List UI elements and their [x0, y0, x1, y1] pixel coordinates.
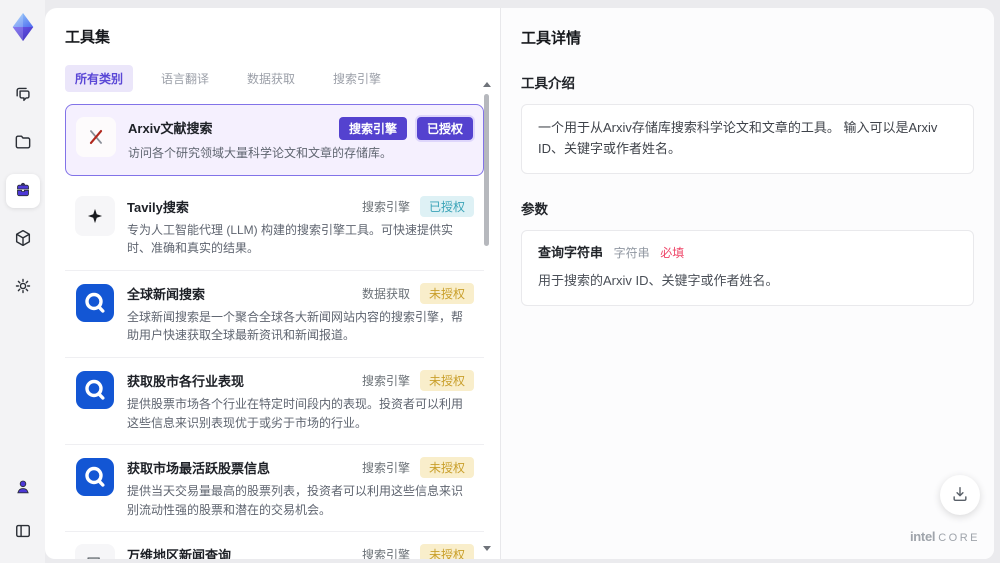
tool-name: 万维地区新闻查询 — [127, 548, 232, 559]
tool-card[interactable]: 万维地区新闻查询 搜索引擎 未授权 查询具体行政区划内的新闻，快速了解各地新闻动 — [65, 532, 484, 559]
rail-bottom — [6, 471, 40, 563]
auth-status-badge: 未授权 — [419, 282, 474, 304]
tools-panel: 工具集 所有类别 语言翻译 数据获取 搜索引擎 Arxiv文献搜索 搜索引擎 已… — [45, 8, 500, 559]
param-description: 用于搜索的Arxiv ID、关键字或作者姓名。 — [538, 272, 779, 288]
param-type: 字符串 — [613, 245, 650, 260]
nav-chat-button[interactable] — [6, 78, 40, 112]
tool-name: Tavily搜索 — [127, 199, 189, 215]
scrollbar — [482, 80, 492, 553]
scroll-down-arrow[interactable] — [483, 546, 491, 551]
folder-icon — [13, 132, 33, 155]
cube-icon — [13, 228, 33, 251]
auth-status-badge: 未授权 — [419, 544, 474, 559]
nav-packages-button[interactable] — [6, 222, 40, 256]
brand-word-intel: intel — [909, 529, 936, 544]
collapse-panel-icon — [13, 521, 33, 544]
download-icon — [950, 484, 970, 507]
category-label: 搜索引擎 — [361, 199, 410, 214]
tool-name: Arxiv文献搜索 — [128, 121, 213, 136]
auth-status-badge: 已授权 — [419, 195, 474, 217]
rail-nav — [5, 78, 40, 304]
intro-box: 一个用于从Arxiv存储库搜索科学论文和文章的工具。 输入可以是Arxiv ID… — [521, 104, 974, 174]
user-avatar-button[interactable] — [6, 471, 40, 505]
blue-search-app-icon — [75, 370, 115, 410]
tab-language-translation[interactable]: 语言翻译 — [151, 65, 219, 92]
tool-card[interactable]: Arxiv文献搜索 搜索引擎 已授权 访问各个研究领域大量科学论文和文章的存储库… — [65, 104, 484, 176]
param-name: 查询字符串 — [538, 244, 604, 260]
briefcase-icon — [13, 180, 33, 203]
auth-status-badge: 未授权 — [419, 369, 474, 391]
tool-body: 全球新闻搜索 数据获取 未授权 全球新闻搜索是一个聚合全球各大新闻网站内容的搜索… — [127, 282, 474, 345]
tool-card[interactable]: Tavily搜索 搜索引擎 已授权 专为人工智能代理 (LLM) 构建的搜索引擎… — [65, 183, 484, 271]
tab-search-engine[interactable]: 搜索引擎 — [323, 65, 391, 92]
intel-core-logo: intel CORE — [910, 528, 980, 546]
tab-all-categories[interactable]: 所有类别 — [65, 65, 134, 92]
gear-icon — [13, 276, 33, 299]
auth-status-badge: 已授权 — [416, 117, 473, 140]
tool-description: 专为人工智能代理 (LLM) 构建的搜索引擎工具。可快速提供实时、准确和真实的结… — [127, 222, 454, 256]
tool-card[interactable]: 获取股市各行业表现 搜索引擎 未授权 提供股票市场各个行业在特定时间段内的表现。… — [65, 357, 484, 446]
blue-search-app-icon — [75, 457, 115, 497]
category-label: 搜索引擎 — [361, 461, 410, 476]
tools-panel-title: 工具集 — [65, 29, 111, 46]
user-avatar-icon — [13, 477, 33, 500]
nav-folder-button[interactable] — [6, 126, 40, 160]
nav-tools-button[interactable] — [5, 174, 40, 208]
tab-data-fetch[interactable]: 数据获取 — [237, 65, 305, 92]
tool-name: 获取股市各行业表现 — [127, 373, 245, 389]
arxiv-logo-icon — [76, 117, 116, 157]
param-required-badge: 必填 — [660, 245, 685, 260]
tool-card[interactable]: 获取市场最活跃股票信息 搜索引擎 未授权 提供当天交易量最高的股票列表，投资者可… — [65, 445, 484, 533]
category-label: 搜索引擎 — [361, 373, 410, 388]
param-box: 查询字符串 字符串 必填 用于搜索的Arxiv ID、关键字或作者姓名。 — [521, 229, 974, 306]
main-window: 工具集 所有类别 语言翻译 数据获取 搜索引擎 Arxiv文献搜索 搜索引擎 已… — [45, 8, 994, 559]
tool-list: Arxiv文献搜索 搜索引擎 已授权 访问各个研究领域大量科学论文和文章的存储库… — [65, 104, 484, 559]
tool-description: 访问各个研究领域大量科学论文和文章的存储库。 — [128, 146, 393, 160]
tool-body: Tavily搜索 搜索引擎 已授权 专为人工智能代理 (LLM) 构建的搜索引擎… — [127, 195, 474, 258]
category-label: 数据获取 — [361, 286, 410, 301]
tool-description: 全球新闻搜索是一个聚合全球各大新闻网站内容的搜索引擎，帮助用户快速获取全球最新资… — [127, 309, 464, 343]
sparkle-star-icon — [75, 195, 115, 236]
category-tabs: 所有类别 语言翻译 数据获取 搜索引擎 — [65, 65, 500, 92]
app-logo-icon[interactable] — [7, 10, 39, 44]
blue-search-app-icon — [75, 283, 115, 323]
tool-body: 获取市场最活跃股票信息 搜索引擎 未授权 提供当天交易量最高的股票列表，投资者可… — [127, 457, 474, 519]
left-rail — [0, 0, 45, 563]
auth-status-badge: 未授权 — [419, 457, 474, 479]
params-heading: 参数 — [521, 201, 548, 217]
nav-settings-button[interactable] — [6, 270, 40, 304]
tool-description: 提供股票市场各个行业在特定时间段内的表现。投资者可以利用这些信息来识别表现优于或… — [127, 396, 464, 430]
scrollbar-thumb[interactable] — [484, 94, 489, 246]
newspaper-icon — [75, 544, 115, 559]
tool-body: Arxiv文献搜索 搜索引擎 已授权 访问各个研究领域大量科学论文和文章的存储库… — [128, 117, 473, 163]
scroll-up-arrow[interactable] — [483, 82, 491, 87]
tool-name: 全球新闻搜索 — [127, 286, 206, 302]
tool-description: 提供当天交易量最高的股票列表，投资者可以利用这些信息来识别流动性强的股票和潜在的… — [127, 484, 464, 517]
details-title: 工具详情 — [521, 30, 582, 47]
tool-body: 万维地区新闻查询 搜索引擎 未授权 查询具体行政区划内的新闻，快速了解各地新闻动 — [127, 544, 474, 559]
category-label: 搜索引擎 — [361, 548, 410, 559]
tool-body: 获取股市各行业表现 搜索引擎 未授权 提供股票市场各个行业在特定时间段内的表现。… — [127, 369, 474, 432]
tool-details-panel: 工具详情 工具介绍 一个用于从Arxiv存储库搜索科学论文和文章的工具。 输入可… — [500, 8, 994, 559]
tool-card[interactable]: 全球新闻搜索 数据获取 未授权 全球新闻搜索是一个聚合全球各大新闻网站内容的搜索… — [65, 270, 484, 358]
brand-word-core: CORE — [938, 532, 980, 544]
download-button[interactable] — [940, 475, 980, 515]
category-badge: 搜索引擎 — [338, 117, 407, 140]
tool-name: 获取市场最活跃股票信息 — [127, 461, 271, 477]
chat-icon — [13, 84, 33, 107]
collapse-panel-button[interactable] — [6, 515, 40, 549]
intro-heading: 工具介绍 — [521, 76, 575, 91]
